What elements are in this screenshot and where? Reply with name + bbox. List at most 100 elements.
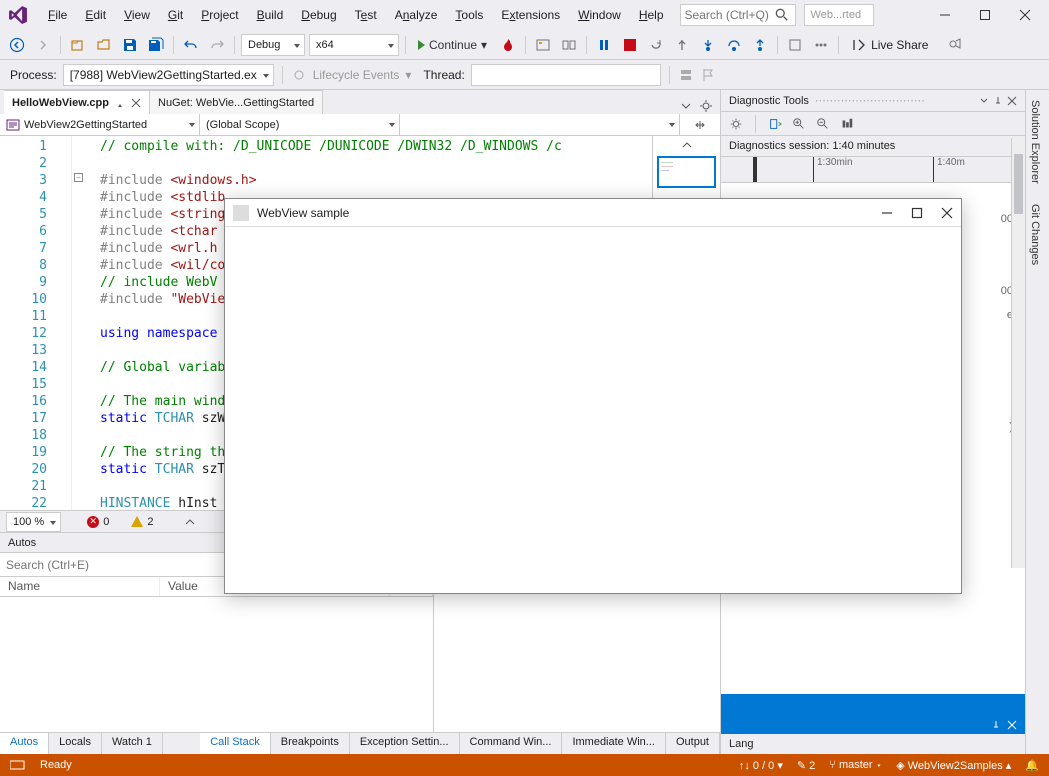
new-project-button[interactable] bbox=[67, 34, 89, 56]
restart-button[interactable] bbox=[645, 34, 667, 56]
tab-solution-explorer[interactable]: Solution Explorer bbox=[1026, 90, 1044, 194]
menu-test[interactable]: Test bbox=[347, 4, 385, 26]
minimize-button[interactable] bbox=[925, 1, 965, 29]
continue-button[interactable]: Continue ▾ bbox=[412, 34, 493, 56]
flag-icon[interactable] bbox=[700, 67, 716, 83]
close-button[interactable] bbox=[1005, 1, 1045, 29]
maximize-button[interactable] bbox=[911, 207, 923, 219]
tb-extra-1[interactable] bbox=[784, 34, 806, 56]
error-icon[interactable]: ✕ bbox=[87, 516, 99, 528]
search-box[interactable] bbox=[680, 4, 796, 26]
pause-button[interactable] bbox=[593, 34, 615, 56]
stop-button[interactable] bbox=[619, 34, 641, 56]
cycle-icon[interactable] bbox=[291, 67, 307, 83]
search-input[interactable] bbox=[685, 8, 775, 22]
show-next-statement-button[interactable] bbox=[671, 34, 693, 56]
feedback-button[interactable] bbox=[944, 34, 966, 56]
sample-window-titlebar[interactable]: WebView sample bbox=[225, 199, 961, 227]
tb-icon-1[interactable] bbox=[532, 34, 554, 56]
close-icon[interactable] bbox=[1007, 96, 1017, 106]
menu-build[interactable]: Build bbox=[249, 4, 292, 26]
tab-settings-icon[interactable] bbox=[698, 98, 714, 114]
status-branch[interactable]: ⑂ master ▾ bbox=[829, 759, 882, 771]
menu-tools[interactable]: Tools bbox=[447, 4, 491, 26]
status-changes[interactable]: ✎ 2 bbox=[797, 759, 815, 772]
tooltab-watch-1[interactable]: Watch 1 bbox=[102, 733, 163, 754]
tab-nuget[interactable]: NuGet: WebVie...GettingStarted bbox=[150, 90, 323, 114]
pin-icon[interactable] bbox=[993, 96, 1003, 106]
step-out-button[interactable] bbox=[749, 34, 771, 56]
menu-debug[interactable]: Debug bbox=[293, 4, 344, 26]
stack-frame-icon[interactable] bbox=[678, 67, 694, 83]
menu-window[interactable]: Window bbox=[570, 4, 629, 26]
menu-project[interactable]: Project bbox=[193, 4, 246, 26]
webview-sample-window[interactable]: WebView sample bbox=[224, 198, 962, 594]
save-all-button[interactable] bbox=[145, 34, 167, 56]
menu-edit[interactable]: Edit bbox=[77, 4, 114, 26]
status-repo[interactable]: ◈ WebView2Samples ▴ bbox=[896, 759, 1011, 772]
pin-icon[interactable] bbox=[115, 98, 125, 108]
tb-icon-2[interactable] bbox=[558, 34, 580, 56]
tooltab-call-stack[interactable]: Call Stack bbox=[200, 733, 271, 754]
diagnostic-header[interactable]: Diagnostic Tools ⋯⋯⋯⋯⋯⋯⋯⋯⋯⋯ bbox=[721, 90, 1025, 112]
open-file-button[interactable] bbox=[93, 34, 115, 56]
zoom-in-icon[interactable] bbox=[792, 117, 806, 131]
status-arrows[interactable]: ↑↓ 0 / 0 ▾ bbox=[739, 759, 783, 772]
right-scrollbar[interactable] bbox=[1011, 138, 1025, 568]
forward-button[interactable] bbox=[32, 34, 54, 56]
export-icon[interactable] bbox=[768, 117, 782, 131]
zoom-combo[interactable]: 100 % bbox=[6, 512, 61, 532]
solution-selector[interactable]: Web...rted bbox=[804, 4, 874, 26]
nav-member-combo[interactable] bbox=[400, 114, 680, 135]
tooltab-command-win-[interactable]: Command Win... bbox=[460, 733, 563, 754]
menu-view[interactable]: View bbox=[116, 4, 158, 26]
close-button[interactable] bbox=[941, 207, 953, 219]
diagnostic-timeline[interactable]: 1:30min 1:40m bbox=[721, 157, 1025, 183]
tooltab-locals[interactable]: Locals bbox=[49, 733, 102, 754]
tooltab-autos[interactable]: Autos bbox=[0, 733, 49, 754]
status-bell-icon[interactable]: 🔔 bbox=[1025, 759, 1039, 772]
tooltab-breakpoints[interactable]: Breakpoints bbox=[271, 733, 350, 754]
solution-config-combo[interactable]: Debug bbox=[241, 34, 305, 56]
tooltab-exception-settin-[interactable]: Exception Settin... bbox=[350, 733, 460, 754]
tab-git-changes[interactable]: Git Changes bbox=[1026, 194, 1044, 275]
active-files-dropdown-icon[interactable] bbox=[678, 98, 694, 114]
gear-icon[interactable] bbox=[729, 117, 743, 131]
warning-icon[interactable] bbox=[131, 516, 143, 527]
close-icon[interactable] bbox=[1007, 720, 1017, 730]
maximize-button[interactable] bbox=[965, 1, 1005, 29]
menu-analyze[interactable]: Analyze bbox=[387, 4, 446, 26]
tooltab-output[interactable]: Output bbox=[666, 733, 720, 754]
tooltab-immediate-win-[interactable]: Immediate Win... bbox=[562, 733, 666, 754]
scroll-to-top-icon[interactable] bbox=[183, 515, 197, 529]
menu-git[interactable]: Git bbox=[160, 4, 191, 26]
solution-platform-combo[interactable]: x64 bbox=[309, 34, 399, 56]
minimize-button[interactable] bbox=[881, 207, 893, 219]
close-icon[interactable] bbox=[131, 98, 141, 108]
col-name[interactable]: Name bbox=[0, 577, 160, 596]
live-share-button[interactable]: Live Share bbox=[845, 37, 934, 53]
reset-view-icon[interactable] bbox=[840, 117, 854, 131]
menu-extensions[interactable]: Extensions bbox=[493, 4, 568, 26]
tab-hellowebview[interactable]: HelloWebView.cpp bbox=[4, 90, 150, 114]
scroll-up-icon[interactable] bbox=[680, 138, 694, 152]
fold-toggle[interactable]: − bbox=[74, 173, 83, 182]
dropdown-icon[interactable] bbox=[979, 96, 989, 106]
undo-button[interactable] bbox=[180, 34, 202, 56]
save-button[interactable] bbox=[119, 34, 141, 56]
hot-reload-button[interactable] bbox=[497, 34, 519, 56]
zoom-out-icon[interactable] bbox=[816, 117, 830, 131]
step-into-button[interactable] bbox=[697, 34, 719, 56]
redo-button[interactable] bbox=[206, 34, 228, 56]
tb-extra-2[interactable] bbox=[810, 34, 832, 56]
step-over-button[interactable] bbox=[723, 34, 745, 56]
back-button[interactable] bbox=[6, 34, 28, 56]
pin-icon[interactable] bbox=[991, 720, 1001, 730]
process-combo[interactable]: [7988] WebView2GettingStarted.ex bbox=[63, 64, 274, 86]
nav-project-combo[interactable]: WebView2GettingStarted bbox=[0, 114, 200, 135]
split-editor-button[interactable] bbox=[680, 114, 720, 135]
thread-combo[interactable] bbox=[471, 64, 661, 86]
menu-file[interactable]: File bbox=[40, 4, 75, 26]
menu-help[interactable]: Help bbox=[631, 4, 672, 26]
nav-scope-combo[interactable]: (Global Scope) bbox=[200, 114, 400, 135]
